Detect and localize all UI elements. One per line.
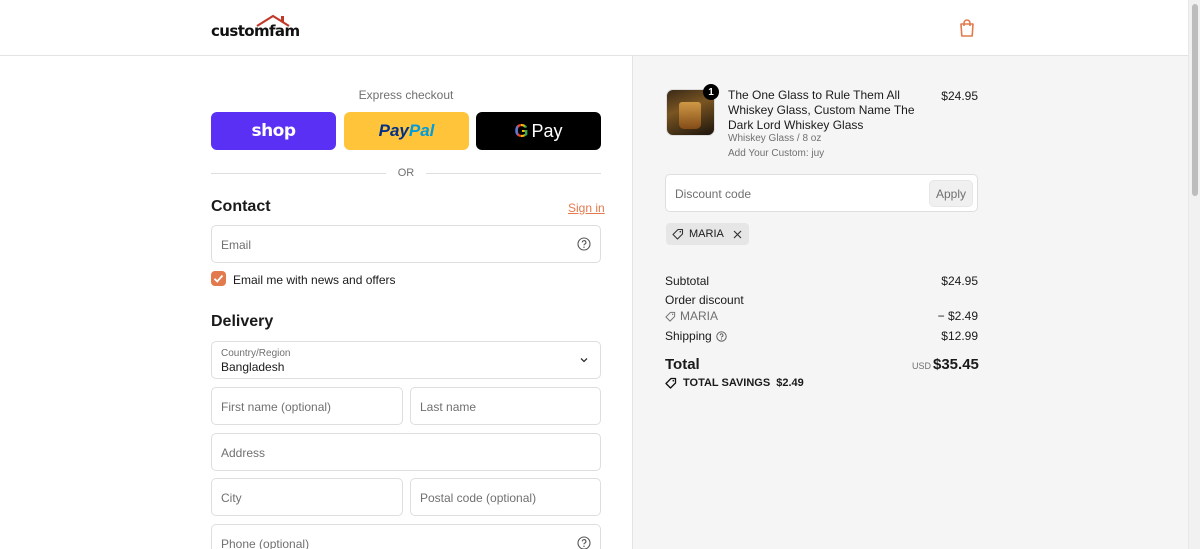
chevron-down-icon [580, 358, 588, 363]
tag-icon [665, 311, 676, 322]
discount-code-placeholder: Discount code [675, 187, 752, 201]
shipping-value: $12.99 [941, 329, 978, 343]
shipping-label: Shipping [665, 329, 712, 343]
discount-code-text: MARIA [680, 309, 719, 323]
applied-discount-code: MARIA [689, 228, 724, 240]
last-name-placeholder: Last name [420, 400, 477, 414]
total-currency: USD [912, 361, 932, 371]
order-summary: 1 The One Glass to Rule Them All Whiskey… [632, 56, 1188, 549]
sign-in-link[interactable]: Sign in [568, 201, 605, 215]
country-label: Country/Region [221, 348, 291, 359]
google-pay-label: Pay [531, 120, 563, 141]
apply-discount-button[interactable]: Apply [929, 180, 973, 207]
total-label: Total [665, 356, 700, 373]
email-field[interactable]: Email [211, 225, 601, 263]
address-placeholder: Address [221, 446, 266, 460]
help-circle-icon[interactable] [577, 237, 591, 251]
phone-field[interactable]: Phone (optional) [211, 524, 601, 549]
close-icon[interactable] [733, 230, 742, 239]
contact-title: Contact [211, 198, 271, 215]
product-price: $24.95 [941, 89, 978, 103]
shop-pay-button[interactable]: shop [211, 112, 336, 150]
tag-icon [672, 228, 684, 240]
shop-pay-label: shop [251, 121, 296, 141]
scrollbar-thumb[interactable] [1192, 4, 1198, 196]
city-field[interactable]: City [211, 478, 403, 516]
newsletter-label: Email me with news and offers [233, 273, 396, 287]
total-savings: TOTAL SAVINGS $2.49 [665, 377, 804, 389]
postal-code-placeholder: Postal code (optional) [420, 491, 537, 505]
discount-code-field[interactable]: Discount code Apply [665, 174, 978, 212]
delivery-title: Delivery [211, 313, 274, 330]
phone-placeholder: Phone (optional) [221, 537, 310, 549]
checkmark-icon [213, 274, 224, 283]
discount-code-row: MARIA [665, 309, 718, 323]
header: customfam [0, 0, 1188, 56]
help-circle-icon[interactable] [716, 330, 727, 342]
newsletter-checkbox[interactable] [211, 271, 226, 286]
total-savings-value: $2.49 [776, 377, 804, 389]
page-scrollbar[interactable] [1188, 0, 1200, 549]
applied-discount-chip: MARIA [666, 223, 749, 245]
paypal-label-part2: Pal [408, 121, 435, 140]
first-name-placeholder: First name (optional) [221, 400, 332, 414]
express-checkout-label: Express checkout [358, 88, 454, 102]
shopping-bag-icon[interactable] [958, 18, 976, 38]
total-value: $35.45 [933, 356, 979, 373]
product-title: The One Glass to Rule Them All Whiskey G… [728, 88, 915, 132]
tag-icon [665, 377, 677, 389]
product-variant: Whiskey Glass / 8 oz [728, 133, 822, 144]
subtotal-label: Subtotal [665, 274, 710, 288]
checkout-form: Express checkout shop Pay Pal G Pay OR Co… [0, 56, 632, 549]
postal-code-field[interactable]: Postal code (optional) [410, 478, 601, 516]
whiskey-glass-image [679, 102, 701, 129]
address-field[interactable]: Address [211, 433, 601, 471]
total-savings-label: TOTAL SAVINGS [683, 377, 771, 389]
email-placeholder: Email [221, 238, 252, 252]
city-placeholder: City [221, 491, 242, 505]
shipping-row: Shipping [665, 329, 727, 343]
google-g-icon: G [514, 120, 529, 141]
or-divider: OR [211, 166, 601, 180]
first-name-field[interactable]: First name (optional) [211, 387, 403, 425]
divider-line-right [426, 173, 601, 174]
country-select[interactable]: Country/Region Bangladesh [211, 341, 601, 379]
subtotal-value: $24.95 [941, 274, 978, 288]
help-circle-icon[interactable] [577, 536, 591, 549]
product-custom-option: Add Your Custom: juy [728, 148, 825, 159]
last-name-field[interactable]: Last name [410, 387, 601, 425]
quantity-badge: 1 [703, 84, 719, 100]
google-pay-button[interactable]: G Pay [476, 112, 601, 150]
paypal-label-part1: Pay [378, 121, 409, 140]
discount-value: − $2.49 [937, 309, 978, 323]
logo-text: customfam [211, 22, 300, 40]
paypal-button[interactable]: Pay Pal [344, 112, 469, 150]
country-value: Bangladesh [221, 360, 285, 374]
order-discount-label: Order discount [665, 293, 744, 307]
